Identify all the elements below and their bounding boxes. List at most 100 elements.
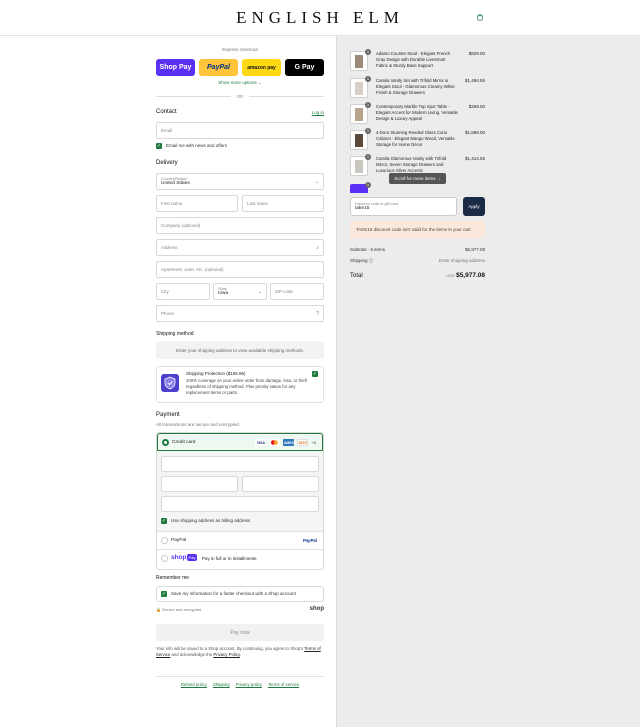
show-more-options[interactable]: Show more options ⌄ [156, 80, 324, 86]
arrow-down-icon: ↓ [438, 176, 441, 181]
cart-items-list[interactable]: 1 Adamo Counter Stool - Elegant French G… [350, 49, 485, 193]
footer-divider [156, 676, 324, 677]
protection-description: 100% coverage on your entire order from … [186, 378, 307, 395]
protection-checkbox[interactable]: ✓ [312, 371, 318, 377]
privacy-policy-footer-link[interactable]: Privacy policy [236, 682, 262, 687]
login-link[interactable]: Log in [312, 110, 324, 115]
shop-logo: shop [309, 606, 324, 612]
card-name-field[interactable] [161, 496, 319, 512]
quantity-badge: 1 [365, 49, 371, 55]
phone-field[interactable]: Phone ? [156, 305, 324, 322]
express-buttons: Shop Pay PayPal amazon pay G Pay [156, 59, 324, 76]
help-icon[interactable]: ⓘ [369, 258, 374, 263]
paypal-option[interactable]: PayPal PayPal [157, 531, 323, 549]
pay-badge-icon: Pay [187, 554, 197, 561]
terms-of-service-footer-link[interactable]: Terms of service [268, 682, 299, 687]
shipping-label-wrap: Shipping ⓘ [350, 258, 373, 264]
help-icon[interactable]: ? [316, 311, 319, 317]
quantity-badge: 1 [365, 76, 371, 82]
discount-input[interactable]: Discount code or gift card take15 [350, 197, 457, 216]
cart-item: 1 4-Door Stunning Reeded Glass Curio Cab… [350, 128, 485, 152]
credit-card-form: ✓ Use shipping address as billing addres… [157, 451, 323, 531]
email-news-checkbox[interactable]: ✓ [156, 143, 162, 149]
shipping-protection[interactable]: Shipping Protection ($106.96) 100% cover… [156, 366, 324, 403]
shipping-row: Shipping ⓘ Enter shipping address [350, 258, 485, 264]
card-expiry-field[interactable] [161, 476, 238, 492]
country-select[interactable]: Country/Region United States ⌄ [156, 173, 324, 190]
remember-me-box[interactable]: ✓ Save my information for a faster check… [156, 586, 324, 602]
billing-same-label: Use shipping address as billing address [171, 518, 251, 523]
shipping-value: Enter shipping address [438, 258, 485, 263]
paypal-button[interactable]: PayPal [199, 59, 238, 76]
cart-bag-icon[interactable] [476, 13, 484, 21]
country-value: United States [161, 181, 190, 186]
shoppay-logo: shop [171, 554, 187, 561]
paypal-logo: PayPal [302, 538, 317, 543]
shoppay-description: Pay in full or in installments [202, 556, 257, 561]
apartment-placeholder: Apartment, suite, etc. (optional) [161, 267, 224, 272]
city-field[interactable]: City [156, 283, 210, 300]
remember-title: Remember me [156, 575, 190, 581]
total-label: Total [350, 273, 363, 279]
lock-icon: 🔒 [156, 607, 161, 612]
zip-field[interactable]: ZIP code [270, 283, 324, 300]
email-field[interactable]: Email [156, 122, 324, 139]
item-price: $1,414.55 [464, 156, 485, 161]
or-divider: OR [156, 92, 324, 100]
privacy-policy-link[interactable]: Privacy Policy [213, 652, 239, 657]
subtotal-row: Subtotal · 6 items $5,977.08 [350, 247, 485, 252]
company-placeholder: Company (optional) [161, 223, 201, 228]
refund-policy-link[interactable]: Refund policy [181, 682, 207, 687]
discover-icon: DISC [297, 439, 309, 446]
email-placeholder: Email [161, 128, 173, 133]
paypal-radio[interactable] [161, 537, 168, 544]
divider-line [156, 95, 231, 97]
or-label: OR [236, 93, 244, 99]
brand-logo[interactable]: ENGLISH ELM [0, 8, 640, 28]
card-number-field[interactable] [161, 456, 319, 472]
terms-mid: and acknowledge the [171, 652, 213, 657]
first-name-field[interactable]: First name [156, 195, 238, 212]
apply-discount-button[interactable]: Apply [463, 197, 485, 216]
email-news-label: Email me with news and offers [166, 143, 227, 148]
terms-text: Your info will be saved to a Shop accoun… [156, 646, 324, 658]
shoppay-option[interactable]: shop Pay Pay in full or in installments [157, 549, 323, 567]
paypal-label: PayPal [171, 538, 187, 543]
billing-same-checkbox[interactable]: ✓ [161, 518, 167, 524]
shoppay-button[interactable]: Shop Pay [156, 59, 195, 76]
amazonpay-button[interactable]: amazon pay [242, 59, 281, 76]
terms-end: . [239, 652, 241, 657]
last-name-placeholder: Last name [247, 201, 269, 206]
last-name-field[interactable]: Last name [242, 195, 324, 212]
address-field[interactable]: Address ⌕ [156, 239, 324, 256]
search-icon: ⌕ [316, 245, 319, 251]
secure-label: Secure and encrypted [162, 607, 202, 612]
footer-links: Refund policy Shipping Privacy policy Te… [156, 682, 324, 687]
total-row: Total USD $5,977.08 [350, 272, 485, 279]
company-field[interactable]: Company (optional) [156, 217, 324, 234]
shipping-link[interactable]: Shipping [213, 682, 230, 687]
credit-card-option[interactable]: Credit card VISA AMEX DISC +5 [157, 433, 323, 451]
save-info-checkbox[interactable]: ✓ [161, 591, 167, 597]
shoppay-radio[interactable] [161, 555, 168, 562]
payment-title: Payment [156, 412, 180, 418]
visa-icon: VISA [255, 439, 267, 446]
quantity-badge: 1 [365, 154, 371, 160]
apartment-field[interactable]: Apartment, suite, etc. (optional) [156, 261, 324, 278]
scroll-more-hint[interactable]: Scroll for more items ↓ [389, 173, 446, 184]
gpay-button[interactable]: G Pay [285, 59, 324, 76]
item-name: Camila Glamorous Vanity with Trifold Mir… [376, 156, 447, 173]
state-value: Iowa [218, 291, 229, 296]
total-value: $5,977.08 [456, 272, 485, 279]
contact-title: Contact [156, 109, 177, 115]
item-name: Camila Vanity Set with Trifold Mirror & … [376, 78, 455, 95]
pay-now-button[interactable]: Pay now [156, 624, 324, 641]
save-info-label: Save my information for a faster checkou… [171, 591, 296, 596]
quantity-badge: 1 [365, 128, 371, 134]
credit-card-radio[interactable] [162, 439, 169, 446]
item-price: $1,494.55 [464, 78, 485, 83]
item-price: $269.00 [468, 104, 485, 109]
card-cvc-field[interactable] [242, 476, 319, 492]
state-select[interactable]: State Iowa ⌄ [213, 283, 267, 300]
total-amount: USD $5,977.08 [446, 272, 485, 279]
